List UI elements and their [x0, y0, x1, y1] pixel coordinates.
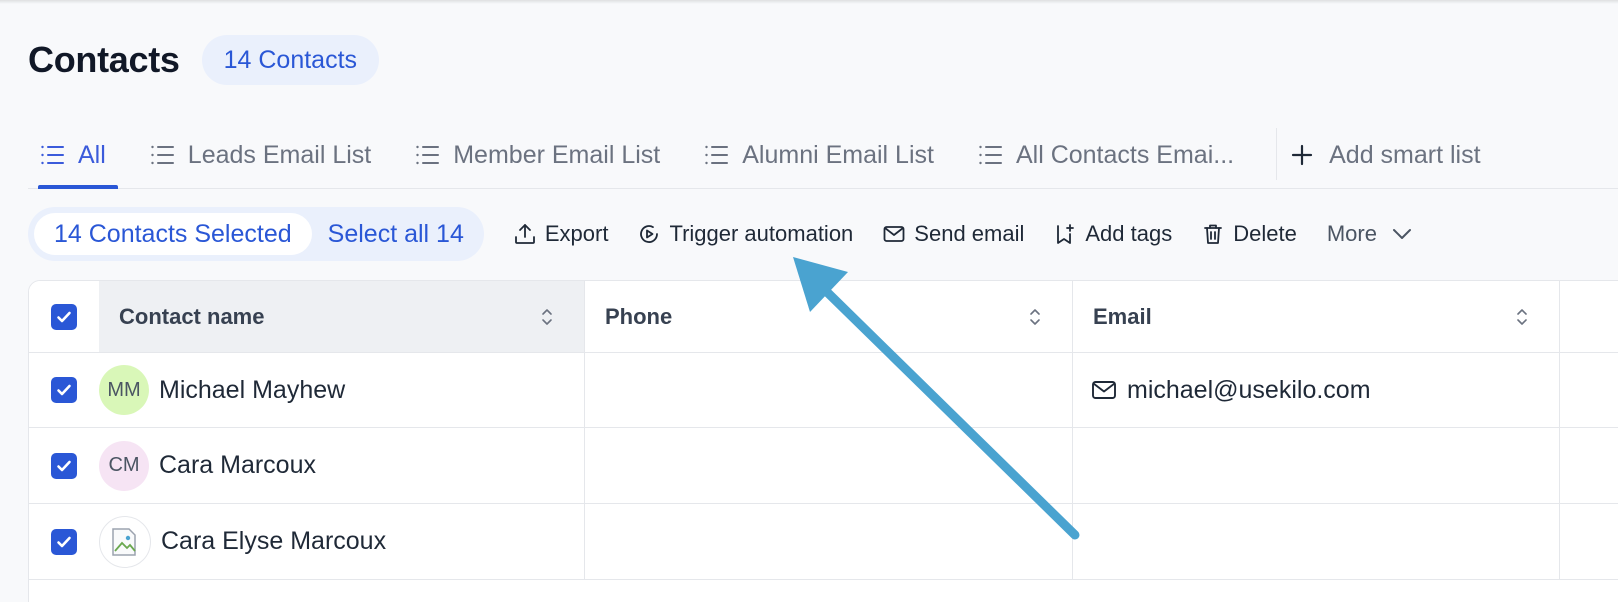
select-all-checkbox[interactable] [51, 303, 77, 330]
list-icon [151, 145, 174, 165]
list-icon [705, 145, 729, 165]
send-email-label: Send email [914, 221, 1025, 246]
add-tags-label: Add tags [1085, 221, 1173, 246]
row-checkbox-cell [29, 504, 99, 579]
tab-leads-email-list[interactable]: Leads Email List [138, 122, 383, 188]
row-checkbox[interactable] [51, 452, 77, 479]
tag-plus-icon [1057, 224, 1075, 244]
check-icon [57, 384, 71, 396]
tab-all[interactable]: All [28, 122, 118, 189]
trigger-automation-label: Trigger automation [669, 221, 854, 246]
mail-icon [1092, 381, 1116, 399]
sort-icon[interactable] [1515, 307, 1529, 327]
contacts-selected-chip[interactable]: 14 Contacts Selected [34, 213, 312, 255]
table-header-row: Contact name Phone Email [29, 281, 1618, 353]
header-checkbox-cell [29, 281, 99, 352]
row-checkbox-cell [29, 353, 99, 427]
column-header-label: Email [1093, 303, 1152, 329]
email-cell: michael@usekilo.com [1073, 353, 1560, 427]
selection-group: 14 Contacts Selected Select all 14 [28, 207, 484, 261]
column-header-email[interactable]: Email [1073, 281, 1560, 352]
tab-label: All [78, 140, 106, 169]
column-header-phone[interactable]: Phone [585, 281, 1073, 352]
plus-icon [1292, 144, 1313, 166]
broken-image-icon [112, 527, 136, 556]
export-button[interactable]: Export [514, 221, 609, 247]
contacts-page: Contacts 14 Contacts All Leads Email Lis… [0, 0, 1618, 602]
trash-icon [1204, 224, 1223, 244]
column-header-label: Contact name [119, 303, 265, 329]
delete-label: Delete [1233, 221, 1297, 246]
email-wrap[interactable]: michael@usekilo.com [1073, 376, 1371, 405]
add-smart-list-button[interactable]: Add smart list [1277, 122, 1481, 188]
email-cell [1073, 504, 1560, 579]
list-icon [416, 145, 440, 165]
extra-cell [1560, 428, 1618, 503]
email-address: michael@usekilo.com [1127, 375, 1371, 404]
tab-label: Leads Email List [187, 140, 372, 169]
contacts-count-badge: 14 Contacts [201, 35, 380, 85]
check-icon [57, 460, 71, 471]
upload-icon [514, 224, 535, 244]
tab-all-contacts-email[interactable]: All Contacts Emai... [966, 122, 1246, 188]
select-all-button[interactable]: Select all 14 [312, 220, 478, 249]
more-dropdown[interactable]: More [1327, 221, 1413, 247]
contact-name-cell[interactable]: CM Cara Marcoux [99, 428, 585, 503]
contact-name[interactable]: Michael Mayhew [159, 376, 345, 405]
tab-alumni-email-list[interactable]: Alumni Email List [692, 122, 946, 188]
sort-icon[interactable] [540, 307, 554, 327]
send-email-button[interactable]: Send email [883, 221, 1024, 247]
avatar [99, 515, 151, 568]
row-checkbox[interactable] [51, 377, 77, 403]
table-row[interactable]: MM Michael Mayhew michael@usekilo.com [29, 353, 1618, 428]
check-icon [57, 311, 71, 322]
check-icon [57, 536, 71, 547]
sort-icon[interactable] [1028, 307, 1042, 327]
export-label: Export [544, 221, 609, 246]
list-icon [41, 145, 64, 165]
contact-name-cell[interactable]: Cara Elyse Marcoux [99, 504, 585, 579]
trigger-automation-button[interactable]: Trigger automation [638, 221, 853, 247]
contact-name-cell[interactable]: MM Michael Mayhew [99, 353, 585, 427]
row-checkbox[interactable] [51, 528, 77, 555]
delete-button[interactable]: Delete [1202, 221, 1297, 247]
extra-cell [1560, 504, 1618, 579]
add-smart-list-label: Add smart list [1329, 140, 1481, 169]
email-cell [1073, 428, 1560, 503]
more-label: More [1326, 221, 1377, 246]
page-header: Contacts 14 Contacts [28, 34, 380, 86]
chevron-down-icon [1392, 229, 1411, 239]
top-shadow [0, 0, 1618, 4]
page-title: Contacts [28, 39, 180, 80]
bulk-actions-toolbar: 14 Contacts Selected Select all 14 Expor… [28, 207, 1413, 261]
column-header-label: Phone [605, 303, 673, 329]
contact-name[interactable]: Cara Elyse Marcoux [161, 527, 386, 556]
contacts-table: Contact name Phone Email MM Michael Mayh… [28, 280, 1618, 602]
smart-list-tabs: All Leads Email List Member Email List A… [28, 122, 1618, 189]
tab-member-email-list[interactable]: Member Email List [403, 122, 672, 188]
column-header-contact-name[interactable]: Contact name [99, 281, 585, 352]
list-icon [979, 145, 1002, 165]
tab-label: Alumni Email List [742, 140, 934, 169]
column-header-extra [1560, 281, 1618, 352]
phone-cell [585, 353, 1073, 427]
mail-icon [883, 226, 905, 242]
row-checkbox-cell [29, 428, 99, 503]
contact-name[interactable]: Cara Marcoux [159, 451, 316, 480]
tab-label: Member Email List [453, 140, 661, 169]
add-tags-button[interactable]: Add tags [1054, 221, 1172, 247]
avatar: CM [99, 440, 149, 491]
automation-play-icon [640, 225, 659, 243]
extra-cell [1560, 353, 1618, 427]
table-row[interactable]: Cara Elyse Marcoux [29, 504, 1618, 580]
tab-label: All Contacts Emai... [1015, 140, 1235, 169]
avatar: MM [99, 365, 149, 415]
phone-cell [585, 504, 1073, 579]
table-row[interactable]: CM Cara Marcoux [29, 428, 1618, 504]
phone-cell [585, 428, 1073, 503]
